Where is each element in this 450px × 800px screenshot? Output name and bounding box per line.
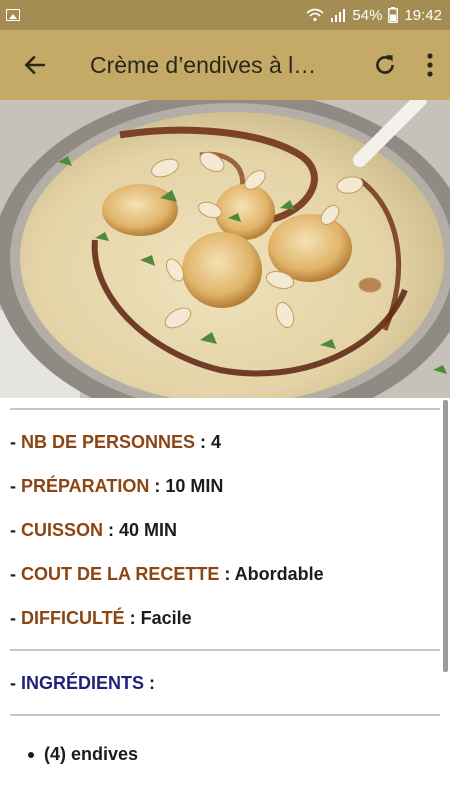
- detail-servings: - NB DE PERSONNES : 4: [10, 432, 222, 452]
- divider: [10, 649, 440, 651]
- image-notification-icon: [6, 9, 20, 21]
- detail-label: COUT DE LA RECETTE: [21, 564, 220, 584]
- detail-value: Abordable: [234, 564, 324, 584]
- refresh-button[interactable]: [360, 30, 410, 100]
- app-bar: Crème d’endives à l…: [0, 30, 450, 100]
- detail-label: CUISSON: [21, 520, 104, 540]
- detail-cooking: - CUISSON : 40 MIN: [10, 520, 178, 540]
- detail-label: PRÉPARATION: [21, 476, 150, 496]
- ingredients-heading: - INGRÉDIENTS :: [10, 673, 156, 693]
- clock: 19:42: [404, 6, 442, 24]
- divider: [10, 714, 440, 716]
- battery-percent: 54%: [352, 6, 383, 24]
- list-item: (4) endives: [28, 744, 450, 765]
- divider: [10, 408, 440, 410]
- detail-value: 40 MIN: [119, 520, 178, 540]
- recipe-content: - NB DE PERSONNES : 4 - PRÉPARATION : 10…: [0, 398, 450, 765]
- detail-cost: - COUT DE LA RECETTE : Abordable: [10, 564, 324, 584]
- status-bar: 54% 19:42: [0, 0, 450, 30]
- detail-value: 4: [211, 432, 222, 452]
- detail-label: NB DE PERSONNES: [21, 432, 196, 452]
- detail-value: Facile: [140, 608, 192, 628]
- more-vertical-icon: [427, 53, 433, 77]
- detail-preparation: - PRÉPARATION : 10 MIN: [10, 476, 224, 496]
- signal-icon: [331, 9, 346, 22]
- arrow-left-icon: [24, 55, 45, 75]
- back-button[interactable]: [0, 30, 70, 100]
- refresh-icon: [376, 55, 394, 74]
- ingredient-list: (4) endives: [0, 744, 450, 765]
- more-options-button[interactable]: [410, 30, 450, 100]
- wifi-icon: [306, 8, 324, 22]
- battery-icon: [388, 7, 399, 23]
- detail-value: 10 MIN: [165, 476, 224, 496]
- recipe-photo: [0, 100, 450, 398]
- detail-label: DIFFICULTÉ: [21, 608, 125, 628]
- scrollbar[interactable]: [443, 400, 448, 672]
- detail-difficulty: - DIFFICULTÉ : Facile: [10, 608, 192, 628]
- page-title: Crème d’endives à l…: [90, 51, 317, 78]
